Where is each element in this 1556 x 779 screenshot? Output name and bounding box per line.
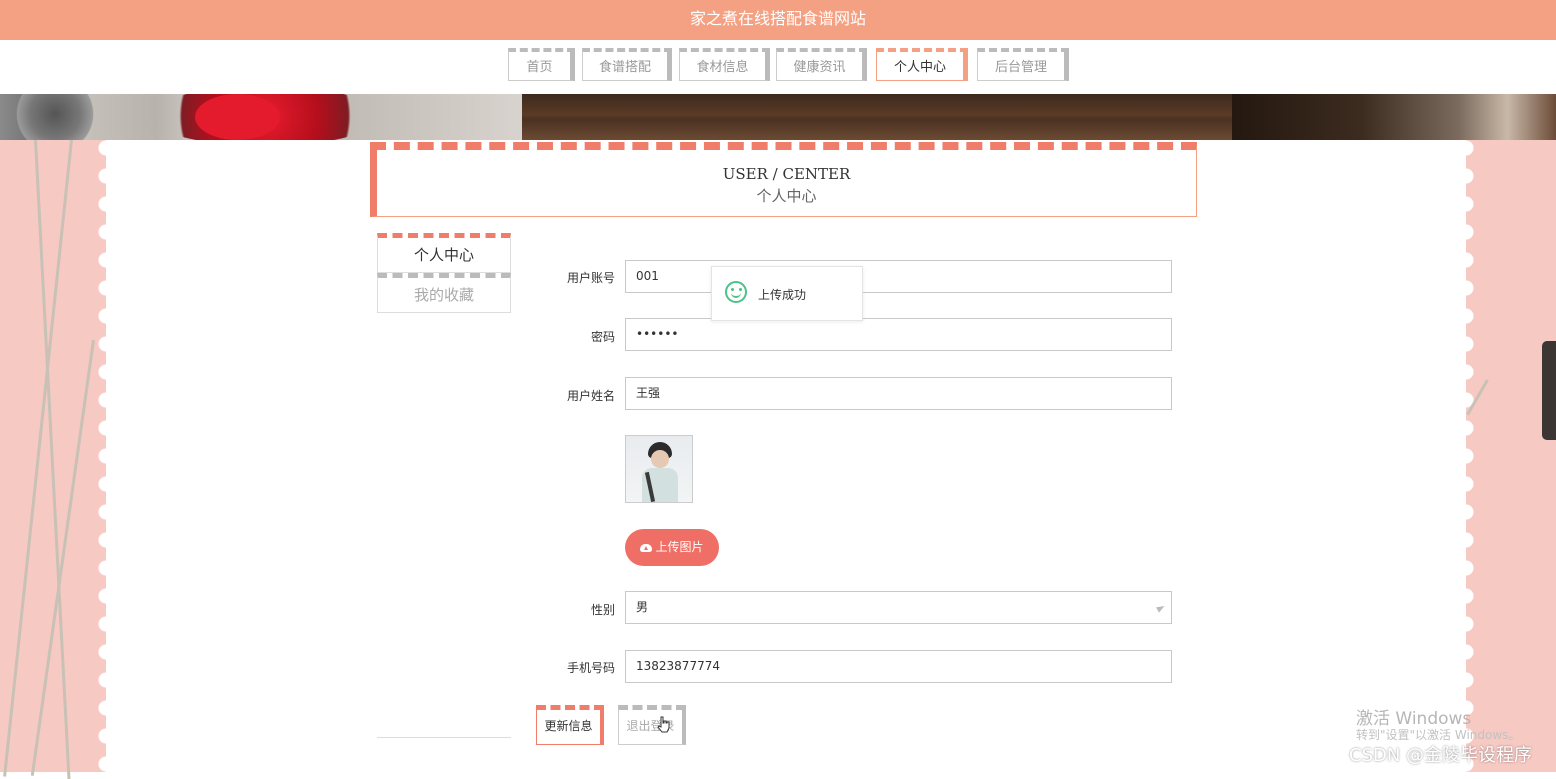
side-menu-favorites[interactable]: 我的收藏 <box>377 273 511 313</box>
name-field[interactable]: 王强 <box>625 377 1172 410</box>
phone-label: 手机号码 <box>566 661 615 675</box>
main-nav: 首页 食谱搭配 食材信息 健康资讯 个人中心 后台管理 <box>0 40 1556 94</box>
side-scroll-handle[interactable] <box>1542 341 1556 440</box>
password-field[interactable]: •••••• <box>625 318 1172 351</box>
csdn-watermark: CSDN @金陵毕设程序 <box>1349 745 1533 766</box>
password-label: 密码 <box>590 330 615 344</box>
smile-icon <box>725 281 747 303</box>
phone-field[interactable]: 13823877774 <box>625 650 1172 683</box>
side-menu-user-center[interactable]: 个人中心 <box>377 233 511 273</box>
page-title-cn: 个人中心 <box>756 187 817 205</box>
name-label: 用户姓名 <box>566 389 615 403</box>
nav-home[interactable]: 首页 <box>508 48 575 81</box>
page-header: USER / CENTER 个人中心 <box>370 142 1197 217</box>
hand-cursor-icon <box>657 716 670 733</box>
side-menu: 个人中心 我的收藏 <box>377 233 511 313</box>
nav-recipes[interactable]: 食谱搭配 <box>582 48 672 81</box>
cloud-upload-icon <box>640 544 653 552</box>
upload-image-button[interactable]: 上传图片 <box>625 529 719 566</box>
nav-admin[interactable]: 后台管理 <box>977 48 1069 81</box>
page-title-en: USER / CENTER <box>722 165 851 183</box>
gender-select[interactable]: 男 <box>625 591 1172 624</box>
nav-user-center[interactable]: 个人中心 <box>876 48 968 81</box>
side-divider <box>377 737 511 738</box>
nav-health-news[interactable]: 健康资讯 <box>776 48 867 81</box>
select-arrow-icon <box>1156 603 1166 613</box>
upload-button-label: 上传图片 <box>655 540 704 554</box>
site-title-bar: 家之煮在线搭配食谱网站 <box>0 0 1556 40</box>
gender-label: 性别 <box>590 603 615 617</box>
gender-value: 男 <box>636 600 649 614</box>
left-decoration <box>0 139 114 779</box>
avatar-image <box>625 435 693 503</box>
account-label: 用户账号 <box>566 271 615 285</box>
toast-message: 上传成功 <box>758 288 807 302</box>
success-toast: 上传成功 <box>711 266 863 321</box>
banner-image <box>0 94 1556 140</box>
site-title: 家之煮在线搭配食谱网站 <box>689 9 866 28</box>
account-field[interactable]: 001 <box>625 260 1172 293</box>
right-decoration <box>1458 140 1556 772</box>
logout-button[interactable]: 退出登录 <box>618 705 686 745</box>
nav-ingredients[interactable]: 食材信息 <box>679 48 770 81</box>
update-info-button[interactable]: 更新信息 <box>536 705 604 745</box>
